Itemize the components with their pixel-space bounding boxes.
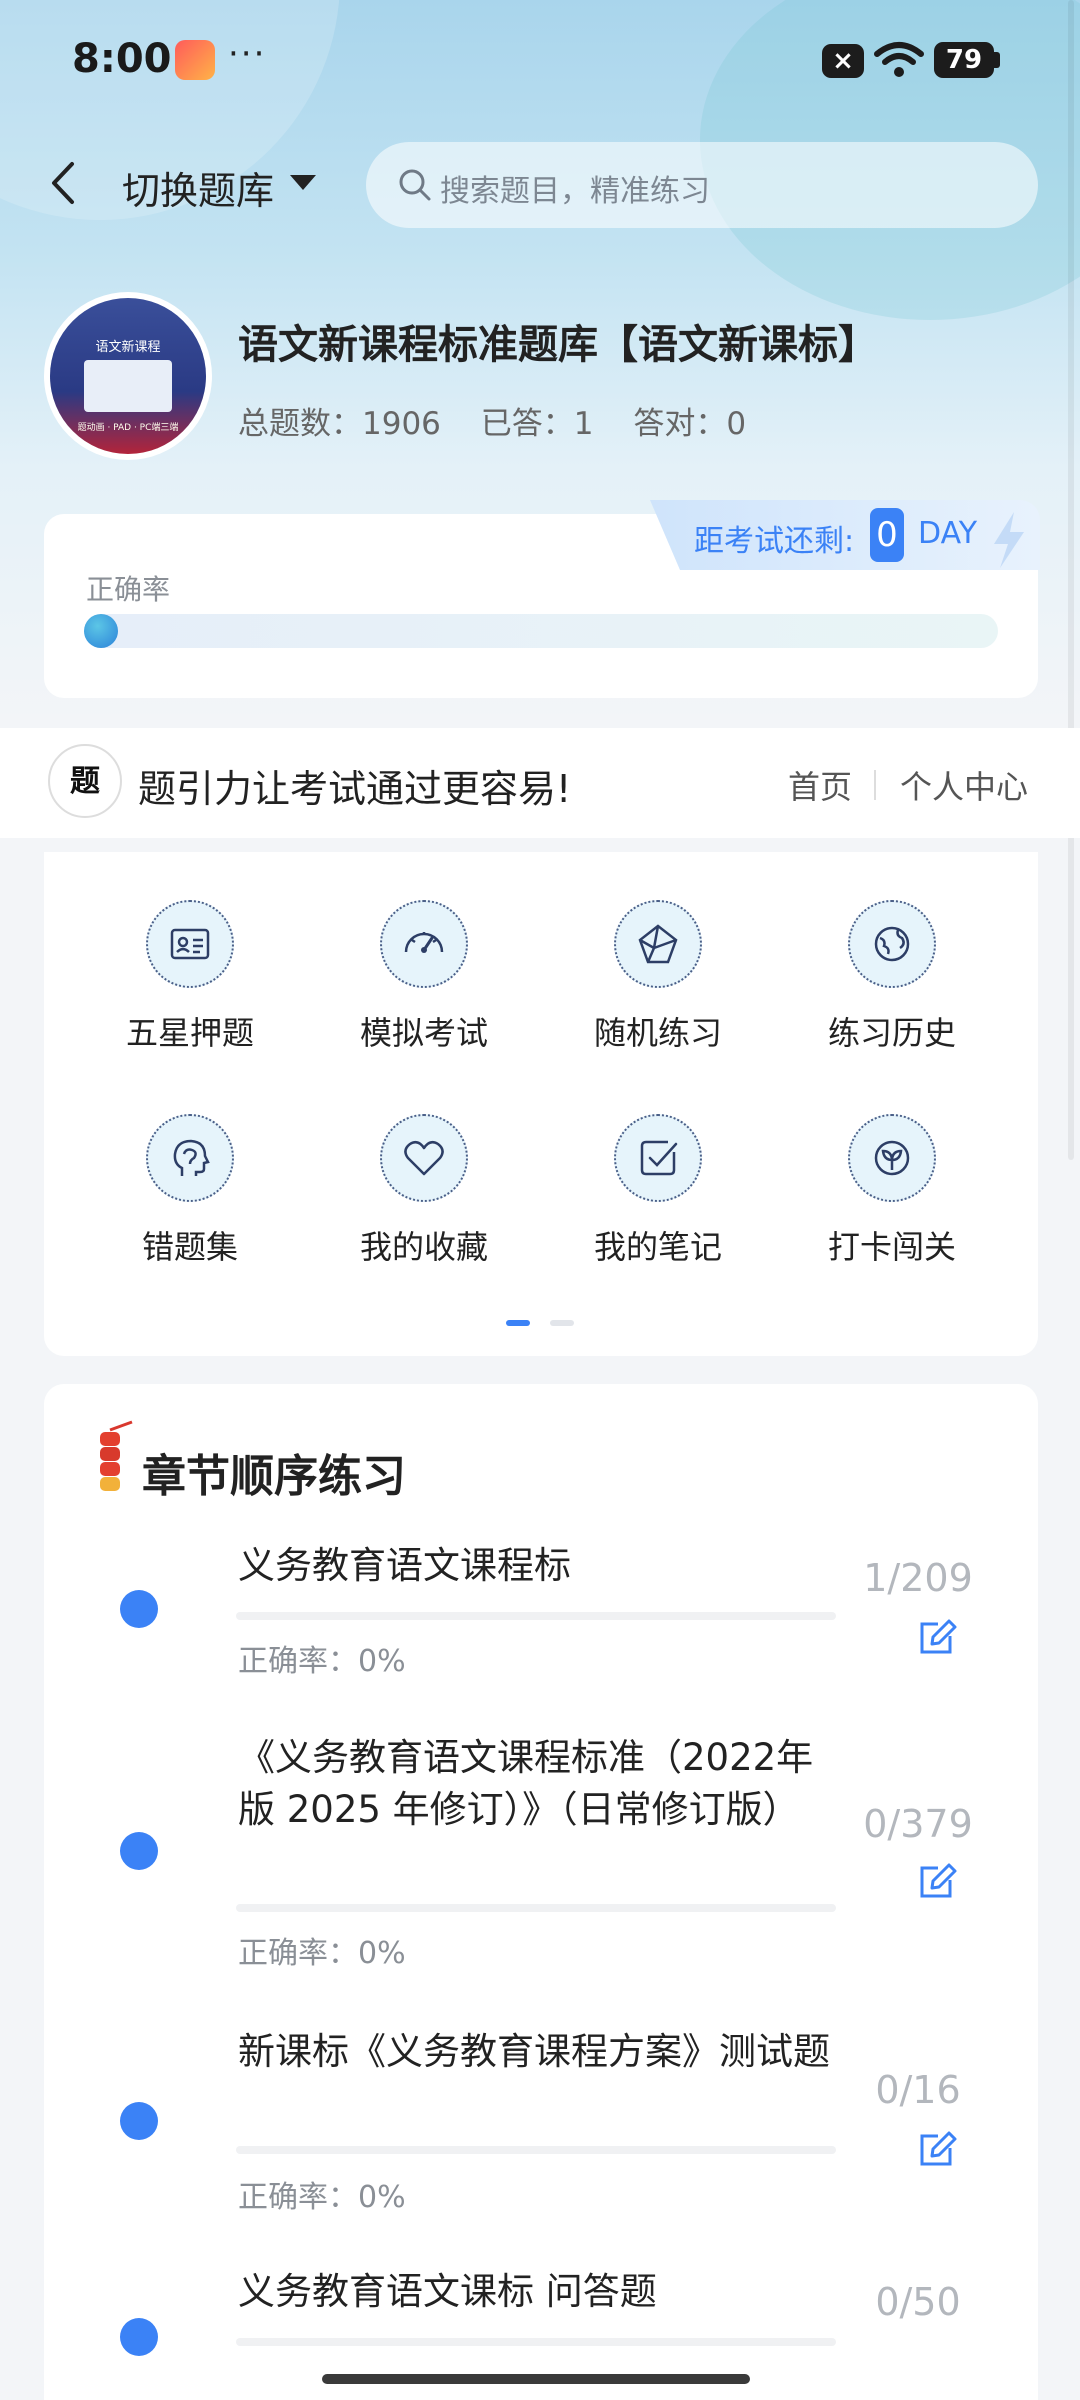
chapter-status-dot — [120, 1832, 158, 1870]
chapter-name: 《义务教育语文课程标准（2022年版 2025 年修订）》（日常修订版） — [238, 1736, 814, 1831]
feature-label: 随机练习 — [593, 1014, 722, 1052]
correct-count: 答对：0 — [633, 406, 747, 442]
exam-countdown-label: 距考试还剩: — [694, 524, 855, 559]
avatar-strip: 题动画 · PAD · PC端三端 — [77, 423, 179, 433]
feature-label: 模拟考试 — [359, 1014, 488, 1052]
chapter-name: 新课标《义务教育课程方案》测试题 — [238, 2030, 830, 2073]
feature-five-star[interactable]: 五星押题 — [90, 900, 290, 1054]
bank-title: 语文新课程标准题库【语文新课标】 — [238, 322, 878, 368]
feature-label: 我的笔记 — [593, 1228, 722, 1266]
nav-personal-center-link[interactable]: 个人中心 — [900, 762, 1028, 808]
chapter-progress-bar — [236, 1904, 836, 1912]
chapter-accuracy: 正确率：0% — [238, 2180, 406, 2215]
switch-bank-button[interactable]: 切换题库 — [122, 160, 274, 215]
feature-grid: 五星押题 模拟考试 随机练习 练习历史 错题集 我的收藏 我的笔记 打卡闯关 — [44, 852, 1038, 1356]
bank-avatar: 语文新课程 题动画 · PAD · PC端三端 — [44, 292, 212, 460]
chapter-progress-bar — [236, 1612, 836, 1620]
chapter-progress-bar — [236, 2338, 836, 2346]
chapter-progress-bar — [236, 2146, 836, 2154]
caret-down-icon[interactable] — [290, 175, 316, 190]
feature-label: 练习历史 — [827, 1014, 956, 1052]
page-indicator-active[interactable] — [506, 1320, 530, 1326]
feature-favorites[interactable]: 我的收藏 — [324, 1114, 524, 1268]
nav-divider — [874, 770, 876, 800]
feature-mock-exam[interactable]: 模拟考试 — [324, 900, 524, 1054]
avatar-caption: 语文新课程 — [95, 340, 161, 355]
wifi-icon — [874, 42, 924, 77]
feature-label: 打卡闯关 — [827, 1228, 956, 1266]
id-card-icon — [170, 928, 210, 960]
chapter-name: 义务教育语文课标 问答题 — [238, 2270, 657, 2313]
feature-wrong-questions[interactable]: 错题集 — [90, 1114, 290, 1268]
page-indicator[interactable] — [550, 1320, 574, 1326]
feature-notes[interactable]: 我的笔记 — [558, 1114, 758, 1268]
sim-disabled-icon: × — [822, 44, 864, 78]
accuracy-progress-indicator — [84, 614, 118, 648]
feature-label: 我的收藏 — [359, 1228, 488, 1266]
edit-icon[interactable] — [916, 1860, 958, 1902]
brand-logo: 题 — [48, 744, 122, 818]
chapter-count: 1/209 — [863, 1556, 973, 1600]
chapter-accuracy: 正确率：0% — [238, 1936, 406, 1971]
chapter-status-dot — [120, 2102, 158, 2140]
random-icon — [638, 924, 678, 964]
chapter-count: 0/50 — [875, 2280, 961, 2324]
firecracker-icon — [100, 1420, 133, 1491]
accuracy-progress-track — [86, 614, 998, 648]
chapter-name: 义务教育语文课程标 — [238, 1544, 571, 1587]
chapter-accuracy: 正确率：0% — [238, 1644, 406, 1679]
edit-icon[interactable] — [916, 2128, 958, 2170]
feature-random-practice[interactable]: 随机练习 — [558, 900, 758, 1054]
battery-icon: 79 — [934, 42, 994, 78]
heart-icon — [404, 1140, 444, 1176]
exam-countdown-unit: DAY — [918, 516, 978, 551]
status-time: 8:00 — [72, 36, 172, 82]
bank-stats: 总题数：1906 已答：1 答对：0 — [238, 398, 776, 443]
notification-app-icon — [175, 40, 215, 80]
total-questions: 总题数：1906 — [238, 406, 441, 442]
answered-count: 已答：1 — [480, 406, 594, 442]
head-icon — [173, 1139, 210, 1176]
chapter-row[interactable]: 义务教育语文课程标 正确率：0% 1/209 — [44, 1540, 1038, 1700]
chapter-row[interactable]: 《义务教育语文课程标准（2022年版 2025 年修订）》（日常修订版） 正确率… — [44, 1732, 1038, 1972]
chapter-count: 0/16 — [875, 2068, 961, 2112]
accuracy-label: 正确率 — [86, 573, 171, 606]
lightning-icon — [994, 512, 1024, 568]
brand-slogan: 题引力让考试通过更容易! — [138, 767, 572, 811]
feature-label: 五星押题 — [125, 1014, 254, 1052]
scrollbar[interactable] — [1068, 0, 1074, 1160]
speedometer-icon — [404, 932, 444, 953]
search-placeholder[interactable]: 搜索题目，精准练习 — [440, 166, 710, 210]
chapter-row[interactable]: 新课标《义务教育课程方案》测试题 正确率：0% 0/16 — [44, 2026, 1038, 2226]
more-notifications-icon: ··· — [228, 34, 267, 74]
chapter-row[interactable]: 义务教育语文课标 问答题 0/50 — [44, 2266, 1038, 2356]
chapter-status-dot — [120, 2318, 158, 2356]
chapter-section-title: 章节顺序练习 — [142, 1451, 406, 1502]
chapter-status-dot — [120, 1590, 158, 1628]
feature-history[interactable]: 练习历史 — [792, 900, 992, 1054]
feature-checkin[interactable]: 打卡闯关 — [792, 1114, 992, 1268]
search-icon — [399, 169, 431, 201]
exam-countdown-days: 0 — [870, 508, 904, 562]
home-indicator[interactable] — [322, 2374, 750, 2384]
note-check-icon — [640, 1140, 678, 1176]
nav-home-link[interactable]: 首页 — [788, 762, 852, 808]
globe-icon — [874, 926, 910, 962]
feature-label: 错题集 — [141, 1228, 238, 1266]
sprout-icon — [874, 1140, 910, 1176]
edit-icon[interactable] — [916, 1616, 958, 1658]
chapter-count: 0/379 — [863, 1802, 973, 1846]
battery-cap — [994, 52, 1000, 68]
back-button[interactable] — [44, 156, 84, 210]
